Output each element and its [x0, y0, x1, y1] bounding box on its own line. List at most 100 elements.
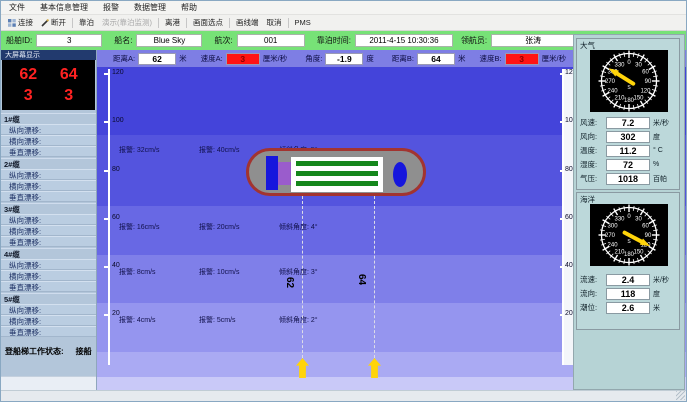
left-panel-footer — [1, 376, 96, 390]
speed-a-field[interactable]: 3 — [226, 53, 260, 65]
vertical-drift-button[interactable]: 垂直漂移: — [1, 236, 96, 247]
vertical-drift-button[interactable]: 垂直漂移: — [1, 146, 96, 157]
current-direction-field[interactable]: 118 — [606, 288, 650, 300]
axis-tick-mark — [104, 73, 108, 75]
pms-button[interactable]: PMS — [291, 17, 315, 28]
voyage-field[interactable]: 001 — [237, 34, 305, 47]
pressure-row: 气压: 1018 百帕 — [580, 172, 677, 185]
axis-tick-mark — [104, 314, 108, 316]
distance-b-unit: 米 — [458, 53, 466, 64]
tide-level-field[interactable]: 2.6 — [606, 302, 650, 314]
svg-text:270: 270 — [605, 233, 616, 239]
toolbar-separator — [72, 18, 73, 28]
menu-file[interactable]: 文件 — [9, 2, 25, 13]
vertical-drift-button[interactable]: 垂直漂移: — [1, 326, 96, 337]
cargo-stripe — [296, 161, 378, 166]
wind-speed-field[interactable]: 7.2 — [606, 117, 650, 129]
menu-bar: 文件 基本信息管理 报警 数据管理 帮助 — [1, 1, 686, 15]
berth-time-field[interactable]: 2011-4-15 10:30:36 — [355, 34, 453, 47]
toolbar-separator — [186, 18, 187, 28]
ship-stern-block — [266, 156, 278, 190]
lateral-drift-button[interactable]: 横向漂移: — [1, 270, 96, 281]
lateral-drift-button[interactable]: 横向漂移: — [1, 135, 96, 146]
cable-group-5: 5#缆 纵向漂移: 横向漂移: 垂直漂移: — [1, 293, 96, 337]
current-speed-row: 流速: 2.4 米/秒 — [580, 273, 677, 286]
pilot-field[interactable]: 张涛 — [491, 34, 575, 47]
pilot-label: 领航员: — [461, 35, 487, 46]
current-speed-unit: 米/秒 — [653, 275, 669, 285]
cancel-button[interactable]: 取消 — [263, 16, 286, 29]
wind-direction-field[interactable]: 302 — [606, 131, 650, 143]
depart-button[interactable]: 离港 — [161, 16, 184, 29]
measure-line-a — [302, 196, 303, 358]
resize-grip[interactable] — [676, 391, 685, 400]
svg-text:330: 330 — [614, 217, 625, 223]
menu-basic-info[interactable]: 基本信息管理 — [40, 2, 88, 13]
ship-name-field[interactable]: Blue Sky — [136, 34, 202, 47]
menu-alarm[interactable]: 报警 — [103, 2, 119, 13]
humidity-unit: % — [653, 161, 659, 168]
svg-text:240: 240 — [608, 243, 619, 249]
speed-b-label: 速度B: — [479, 53, 501, 64]
display-speed-b: 3 — [64, 88, 73, 104]
svg-text:60: 60 — [642, 224, 649, 230]
cable-group-header: 5#缆 — [1, 293, 96, 304]
gangway-status: 登船梯工作状态:接船 — [1, 346, 96, 357]
longitudinal-drift-button[interactable]: 纵向漂移: — [1, 259, 96, 270]
app-window: 文件 基本信息管理 报警 数据管理 帮助 连接 断开 靠泊 演示(靠泊监测) 离… — [0, 0, 687, 402]
speed-b-field[interactable]: 3 — [505, 53, 539, 65]
screen-pick-point-button[interactable]: 画面选点 — [189, 16, 227, 29]
pressure-label: 气压: — [580, 173, 606, 184]
angle-unit: 度 — [366, 53, 374, 64]
toolbar-separator — [158, 18, 159, 28]
menu-help[interactable]: 帮助 — [181, 2, 197, 13]
vertical-drift-button[interactable]: 垂直漂移: — [1, 281, 96, 292]
gangway-status-label: 登船梯工作状态: — [5, 347, 64, 356]
angle-field[interactable]: -1.9 — [325, 53, 363, 65]
vertical-drift-button[interactable]: 垂直漂移: — [1, 191, 96, 202]
wind-direction-gauge: 0306090120150180210240270300330S — [590, 50, 668, 112]
disconnect-button[interactable]: 断开 — [37, 16, 70, 29]
svg-text:150: 150 — [633, 96, 644, 102]
draw-line-button[interactable]: 画线端 — [232, 16, 263, 29]
speed-a-label: 速度A: — [201, 53, 223, 64]
svg-text:210: 210 — [614, 96, 625, 102]
connect-button[interactable]: 连接 — [4, 16, 37, 29]
cargo-stripe — [296, 181, 378, 186]
svg-text:150: 150 — [633, 250, 644, 256]
distance-a-label: 距离A: — [113, 53, 135, 64]
lateral-drift-button[interactable]: 横向漂移: — [1, 180, 96, 191]
speed-b-unit: 厘米/秒 — [542, 53, 567, 64]
longitudinal-drift-button[interactable]: 纵向漂移: — [1, 169, 96, 180]
lateral-drift-button[interactable]: 横向漂移: — [1, 315, 96, 326]
lateral-drift-button[interactable]: 横向漂移: — [1, 225, 96, 236]
humidity-field[interactable]: 72 — [606, 159, 650, 171]
big-screen-display: 62 64 3 3 — [2, 60, 95, 110]
axis-tick-mark — [104, 170, 108, 172]
svg-text:90: 90 — [645, 79, 652, 85]
current-speed-field[interactable]: 2.4 — [606, 274, 650, 286]
longitudinal-drift-button[interactable]: 纵向漂移: — [1, 214, 96, 225]
longitudinal-drift-button[interactable]: 纵向漂移: — [1, 304, 96, 315]
distance-a-field[interactable]: 62 — [138, 53, 176, 65]
temperature-field[interactable]: 11.2 — [606, 145, 650, 157]
berth-button[interactable]: 靠泊 — [75, 16, 98, 29]
cable-groups: 1#缆 纵向漂移: 横向漂移: 垂直漂移: 2#缆 纵向漂移: 横向漂移: 垂直… — [1, 113, 96, 338]
ship-graphic[interactable] — [246, 148, 426, 196]
cable-group-header: 4#缆 — [1, 248, 96, 259]
left-panel: 大屏幕显示 62 64 3 3 1#缆 纵向漂移: 横向漂移: 垂直漂移: 2#… — [1, 50, 97, 390]
axis-tick-mark — [560, 218, 564, 220]
disconnect-icon — [41, 19, 49, 27]
ship-id-label: 船舶ID: — [6, 35, 32, 46]
pressure-field[interactable]: 1018 — [606, 173, 650, 185]
display-distance-b: 64 — [60, 67, 78, 83]
left-panel-filler — [1, 357, 96, 376]
longitudinal-drift-button[interactable]: 纵向漂移: — [1, 124, 96, 135]
distance-b-field[interactable]: 64 — [417, 53, 455, 65]
menu-data[interactable]: 数据管理 — [134, 2, 166, 13]
wind-direction-row: 风向: 302 度 — [580, 130, 677, 143]
svg-text:210: 210 — [614, 250, 625, 256]
pressure-unit: 百帕 — [653, 174, 667, 184]
right-axis-tick-label: 60 — [565, 214, 573, 222]
ship-id-field[interactable]: 3 — [36, 34, 102, 47]
